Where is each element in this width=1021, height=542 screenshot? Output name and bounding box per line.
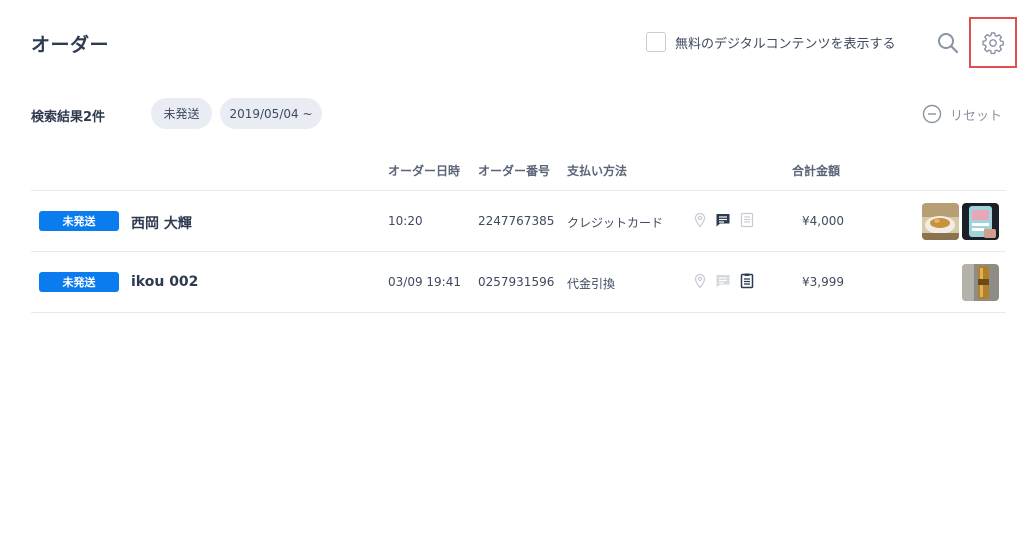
- payment-method: クレジットカード: [567, 216, 664, 230]
- order-number: 0257931596: [478, 275, 555, 289]
- order-total: ¥4,000: [802, 214, 844, 228]
- message-icon: [716, 214, 730, 227]
- table-divider: [31, 312, 1006, 313]
- table-row[interactable]: 未発送 西岡 大輝 10:20 2247767385 クレジットカード ¥4,0…: [31, 191, 1006, 251]
- order-time: 10:20: [388, 214, 423, 228]
- customer-name: 西岡 大輝: [131, 216, 192, 232]
- free-content-checkbox[interactable]: [646, 32, 666, 52]
- page-title: オーダー: [31, 34, 110, 56]
- free-content-toggle[interactable]: 無料のデジタルコンテンツを表示する: [646, 32, 895, 52]
- food-bowl-thumbnail: [922, 203, 959, 240]
- message-icon: [716, 275, 730, 288]
- free-content-label: 無料のデジタルコンテンツを表示する: [675, 36, 896, 52]
- status-filter-chip[interactable]: 未発送: [151, 98, 212, 129]
- minus-circle-icon: [922, 104, 942, 124]
- gear-icon: [982, 31, 1004, 54]
- column-header-order-time[interactable]: オーダー日時: [388, 162, 460, 179]
- reset-label: リセット: [950, 108, 1003, 124]
- customer-name: ikou 002: [131, 274, 199, 290]
- result-count: 検索結果2件: [31, 110, 106, 125]
- column-header-payment-method[interactable]: 支払い方法: [567, 162, 627, 179]
- status-badge: 未発送: [39, 211, 119, 231]
- location-pin-icon: [694, 212, 706, 228]
- column-header-order-number[interactable]: オーダー番号: [478, 162, 550, 179]
- phone-screen-thumbnail: [962, 203, 999, 240]
- order-time: 03/09 19:41: [388, 275, 461, 289]
- bottle-thumbnail: [962, 264, 999, 301]
- status-badge: 未発送: [39, 272, 119, 292]
- settings-button[interactable]: [969, 17, 1017, 68]
- payment-method: 代金引換: [567, 277, 616, 291]
- reset-button[interactable]: リセット: [922, 104, 1002, 124]
- location-pin-icon: [694, 273, 706, 289]
- date-filter-chip[interactable]: 2019/05/04 ~: [220, 98, 322, 129]
- search-icon: [938, 33, 959, 54]
- column-header-total[interactable]: 合計金額: [792, 162, 840, 179]
- search-button[interactable]: [935, 30, 961, 56]
- table-row[interactable]: 未発送 ikou 002 03/09 19:41 0257931596 代金引換…: [31, 252, 1006, 312]
- receipt-icon: [740, 212, 754, 228]
- order-total: ¥3,999: [802, 275, 844, 289]
- receipt-icon: [740, 273, 754, 289]
- order-number: 2247767385: [478, 214, 555, 228]
